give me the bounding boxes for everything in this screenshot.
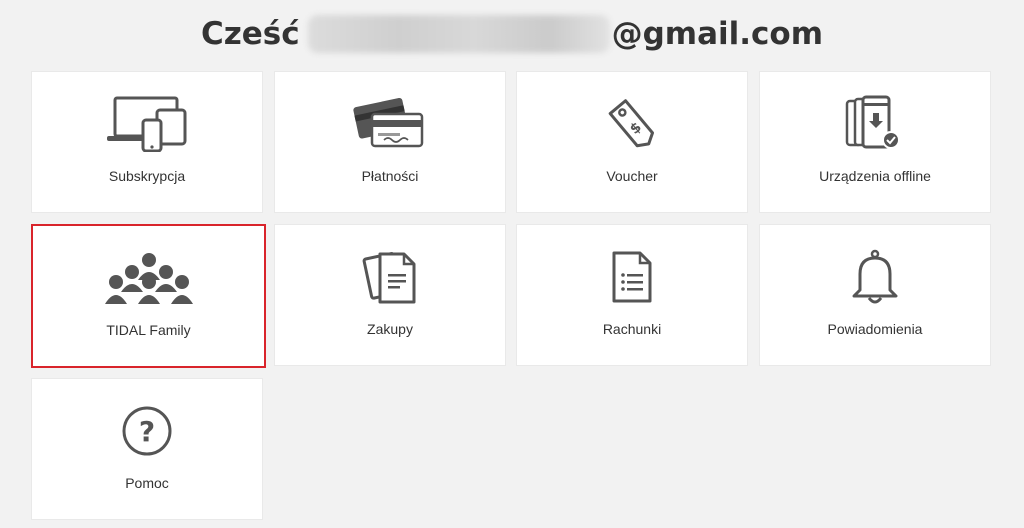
svg-text:?: ? — [139, 415, 155, 448]
greeting-heading: Cześć @gmail.com — [0, 12, 1024, 56]
help-question-icon: ? — [32, 401, 262, 461]
offline-devices-icon — [760, 94, 990, 154]
tile-label: Subskrypcja — [108, 168, 186, 184]
tile-payments[interactable]: Płatności — [274, 71, 506, 213]
greeting-email-domain: @gmail.com — [611, 16, 824, 52]
bell-icon — [760, 247, 990, 307]
purchases-documents-icon — [275, 247, 505, 307]
tile-invoices[interactable]: Rachunki — [516, 224, 748, 366]
credit-card-icon — [275, 94, 505, 154]
tile-label: Urządzenia offline — [819, 168, 931, 184]
tile-label: Pomoc — [125, 475, 169, 491]
tile-subscription[interactable]: Subskrypcja — [31, 71, 263, 213]
voucher-tag-icon: $ — [517, 94, 747, 154]
tile-help[interactable]: ? Pomoc — [31, 378, 263, 520]
devices-icon — [32, 94, 262, 154]
invoice-document-icon — [517, 247, 747, 307]
tile-label: Rachunki — [602, 321, 662, 337]
tile-offline-devices[interactable]: Urządzenia offline — [759, 71, 991, 213]
family-icon — [33, 248, 264, 308]
tile-label: Powiadomienia — [827, 321, 923, 337]
redacted-email-blur — [307, 15, 610, 53]
tile-label: Płatności — [361, 168, 419, 184]
greeting-prefix: Cześć — [200, 16, 300, 52]
tile-voucher[interactable]: $ Voucher — [516, 71, 748, 213]
tile-label: Voucher — [606, 168, 658, 184]
tile-label: TIDAL Family — [106, 322, 191, 338]
tile-tidal-family[interactable]: TIDAL Family — [31, 224, 266, 368]
tile-purchases[interactable]: Zakupy — [274, 224, 506, 366]
tile-label: Zakupy — [367, 321, 413, 337]
tile-notifications[interactable]: Powiadomienia — [759, 224, 991, 366]
